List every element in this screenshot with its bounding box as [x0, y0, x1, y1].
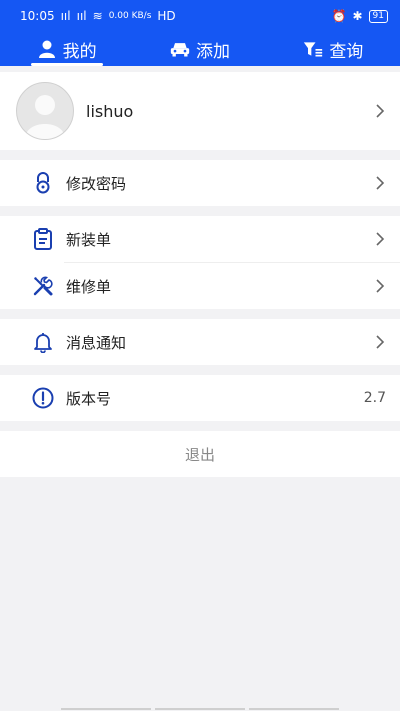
notifications-section: 消息通知: [0, 319, 400, 365]
profile-section: lishuo: [0, 72, 400, 150]
chevron-right-icon: [376, 279, 385, 293]
profile-row[interactable]: lishuo: [0, 72, 400, 150]
status-bar: 10:05 ııl ııl ≋ 0.00 KB/s HD ⏰ ✱ 91: [0, 0, 400, 32]
signal-icon-2: ııl: [76, 9, 87, 23]
car-icon: [170, 43, 190, 57]
bluetooth-icon: ✱: [352, 9, 363, 23]
change-password-label: 修改密码: [66, 174, 127, 193]
notifications-row[interactable]: 消息通知: [0, 319, 400, 365]
tab-label: 我的: [62, 41, 97, 62]
filter-list-icon: [304, 42, 323, 57]
status-time: 10:05: [20, 9, 55, 23]
tab-mine[interactable]: 我的: [30, 32, 103, 66]
notifications-label: 消息通知: [66, 333, 127, 352]
top-tab-bar: 我的 添加 查询: [0, 32, 400, 66]
avatar: [16, 82, 74, 140]
chevron-right-icon: [376, 335, 385, 349]
repair-label: 维修单: [66, 277, 112, 296]
version-row: 版本号 2.7: [0, 375, 400, 421]
alarm-icon: ⏰: [331, 9, 347, 23]
logout-button[interactable]: 退出: [0, 431, 400, 477]
change-password-row[interactable]: 修改密码: [0, 160, 400, 206]
chevron-right-icon: [376, 176, 385, 190]
avatar-placeholder-icon: [25, 95, 65, 139]
password-section: 修改密码: [0, 160, 400, 206]
clipboard-icon: [34, 228, 52, 250]
tools-icon: [33, 276, 53, 296]
info-alert-icon: [32, 387, 54, 409]
chevron-right-icon: [376, 104, 385, 118]
tab-add[interactable]: 添加: [166, 32, 234, 66]
version-label: 版本号: [66, 389, 112, 408]
tab-label: 查询: [329, 41, 364, 62]
new-install-label: 新装单: [66, 230, 112, 249]
tab-query[interactable]: 查询: [299, 32, 367, 66]
new-install-row[interactable]: 新装单: [0, 216, 400, 262]
orders-section: 新装单 维修单: [0, 216, 400, 309]
wifi-icon: ≋: [92, 9, 103, 23]
battery-indicator: 91: [368, 9, 388, 23]
chevron-right-icon: [376, 232, 385, 246]
lock-icon: [36, 172, 50, 194]
signal-icon: ııl: [60, 9, 71, 23]
hd-indicator: HD: [157, 9, 176, 23]
person-icon: [38, 40, 55, 58]
version-value: 2.7: [363, 390, 386, 406]
tab-label: 添加: [195, 41, 230, 62]
username: lishuo: [86, 101, 134, 121]
version-section: 版本号 2.7: [0, 375, 400, 421]
bell-icon: [34, 333, 52, 353]
repair-row[interactable]: 维修单: [0, 263, 400, 309]
network-speed: 0.00 KB/s: [108, 11, 152, 21]
